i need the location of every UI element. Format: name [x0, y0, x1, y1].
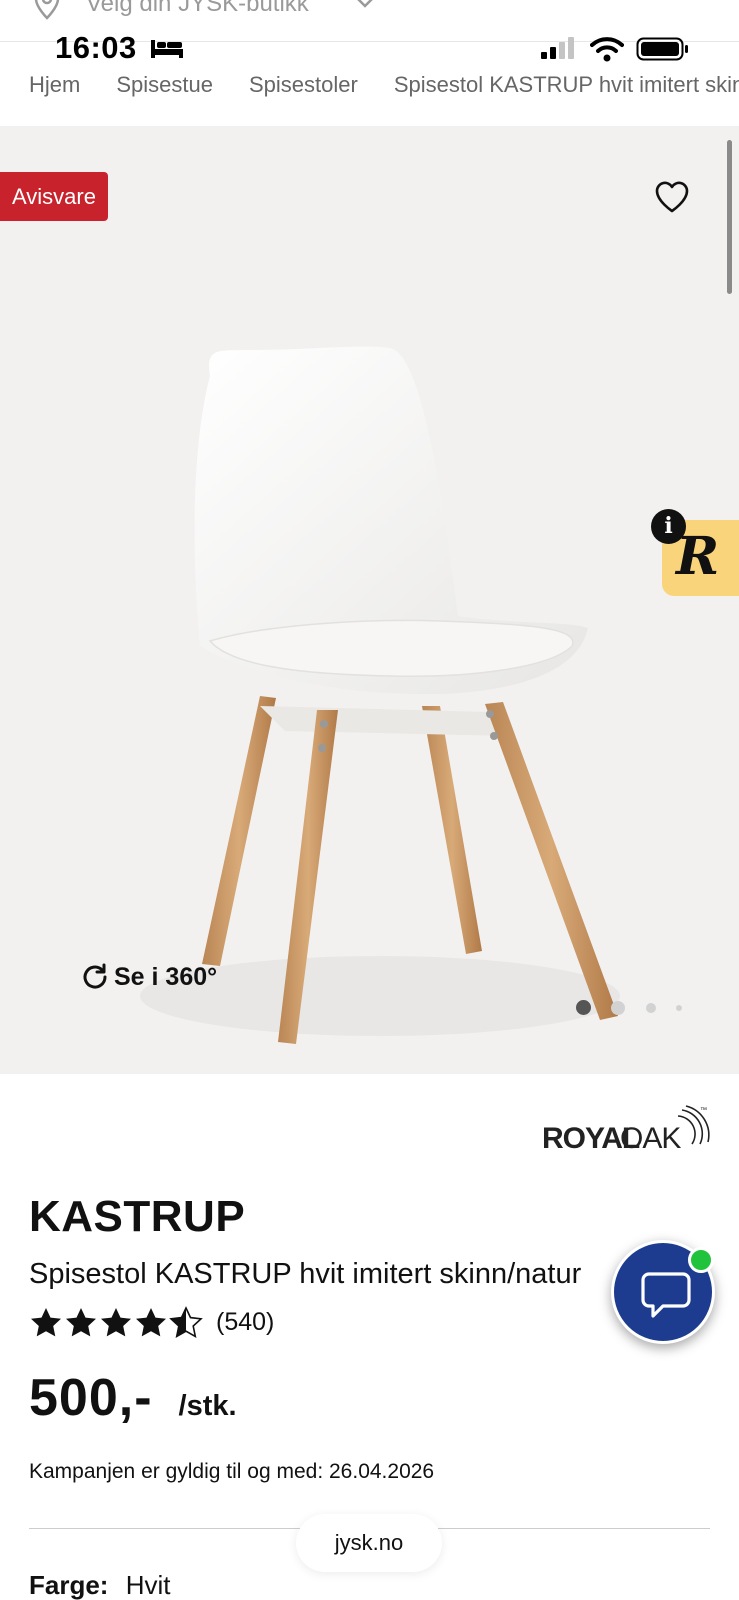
- breadcrumb-spisestoler[interactable]: Spisestoler: [249, 72, 358, 98]
- star-icon: [101, 1308, 131, 1337]
- chevron-down-icon: [357, 0, 373, 8]
- breadcrumb-spisestue[interactable]: Spisestue: [116, 72, 213, 98]
- rotate-icon: [83, 963, 107, 989]
- product-title: KASTRUP: [29, 1192, 246, 1241]
- product-price: 500,- /stk.: [29, 1368, 237, 1428]
- view-360-label: Se i 360°: [114, 962, 218, 991]
- info-icon[interactable]: i: [651, 509, 686, 544]
- star-icon: [136, 1308, 166, 1337]
- status-time: 16:03: [55, 30, 137, 65]
- online-indicator: [688, 1247, 714, 1273]
- color-value: Hvit: [125, 1570, 171, 1600]
- carousel-dot[interactable]: [646, 1003, 656, 1013]
- star-icon: [31, 1308, 61, 1337]
- url-pill[interactable]: jysk.no: [296, 1514, 442, 1572]
- breadcrumb-current: Spisestol KASTRUP hvit imitert skinn/nat…: [393, 72, 739, 97]
- heart-icon[interactable]: [654, 180, 690, 214]
- carousel-dots[interactable]: [576, 998, 696, 1018]
- campaign-note: Kampanjen er gyldig til og med: 26.04.20…: [29, 1460, 435, 1483]
- half-star-icon: [169, 1306, 203, 1338]
- star-icon: [66, 1308, 96, 1337]
- chat-bubble-icon: [641, 1272, 691, 1318]
- product-rating[interactable]: (540): [29, 1306, 274, 1338]
- carousel-dot[interactable]: [611, 1001, 625, 1015]
- carousel-dot[interactable]: [676, 1005, 682, 1011]
- location-pin-icon: [34, 0, 60, 20]
- carousel-dot[interactable]: [576, 1000, 591, 1015]
- color-label: Farge:: [29, 1570, 109, 1600]
- view-360-button[interactable]: Se i 360°: [80, 962, 217, 992]
- price-unit: /stk.: [178, 1390, 237, 1422]
- product-description: Spisestol KASTRUP hvit imitert skinn/nat…: [29, 1258, 582, 1290]
- price-amount: 500,-: [29, 1369, 153, 1427]
- brand-logo: ROYAL OAK ™: [542, 1105, 710, 1154]
- wifi-icon: [590, 37, 624, 62]
- cellular-signal-icon: [541, 37, 574, 59]
- store-selector-label: Velg din JYSK-butikk: [86, 0, 309, 17]
- scrollbar-thumb[interactable]: [727, 140, 732, 294]
- breadcrumb-home[interactable]: Hjem: [29, 72, 80, 98]
- chat-button[interactable]: [611, 1240, 715, 1344]
- review-count[interactable]: (540): [216, 1308, 274, 1337]
- status-bar: 16:03: [0, 28, 739, 68]
- product-image: [140, 346, 620, 1044]
- product-gallery[interactable]: Avisvare Se i 360°: [0, 126, 739, 1074]
- sleep-focus-icon: [151, 40, 183, 58]
- color-selector[interactable]: Farge: Hvit: [29, 1570, 170, 1600]
- brand-logo-oak: OAK: [620, 1122, 681, 1154]
- brand-trademark: ™: [700, 1107, 707, 1114]
- breadcrumb: Hjem Spisestue Spisestoler Spisestol KAS…: [29, 70, 739, 100]
- promo-badge: Avisvare: [0, 172, 108, 221]
- battery-icon: [636, 37, 688, 61]
